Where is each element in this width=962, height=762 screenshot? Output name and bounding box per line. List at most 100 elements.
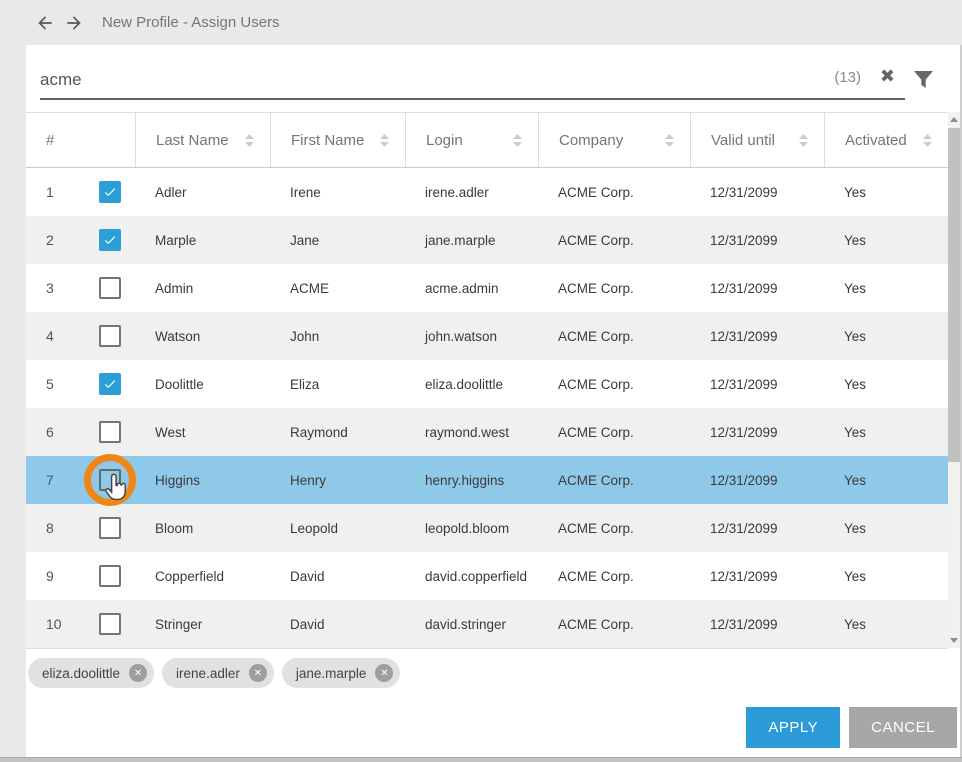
- cell-number: 9: [26, 552, 135, 600]
- clear-filter-icon[interactable]: ✖: [880, 65, 895, 87]
- filter-funnel-icon[interactable]: [914, 71, 933, 93]
- cell-company: ACME Corp.: [538, 360, 690, 408]
- row-checkbox[interactable]: [99, 517, 121, 539]
- cell-first-name: Irene: [270, 168, 405, 216]
- cell-last-name: Stringer: [135, 600, 270, 648]
- cell-valid-until: 12/31/2099: [690, 504, 824, 552]
- row-checkbox[interactable]: [99, 277, 121, 299]
- selected-user-chip: irene.adler ✕: [162, 658, 274, 688]
- cell-first-name: Leopold: [270, 504, 405, 552]
- row-number: 5: [46, 376, 99, 392]
- cell-number: 10: [26, 600, 135, 648]
- row-checkbox[interactable]: [99, 421, 121, 443]
- table-row[interactable]: 5 Doolittle Eliza eliza.doolittle ACME C…: [26, 360, 948, 408]
- cell-company: ACME Corp.: [538, 504, 690, 552]
- search-input[interactable]: [40, 65, 680, 95]
- cancel-button[interactable]: CANCEL: [849, 707, 957, 748]
- column-header-company[interactable]: Company: [538, 113, 690, 167]
- apply-button[interactable]: APPLY: [746, 707, 840, 748]
- cell-last-name: Copperfield: [135, 552, 270, 600]
- cell-activated: Yes: [824, 504, 948, 552]
- chip-remove-icon[interactable]: ✕: [249, 664, 267, 682]
- cell-login: david.copperfield: [405, 552, 538, 600]
- column-header-valid-until[interactable]: Valid until: [690, 113, 824, 167]
- triangle-down-icon: [950, 638, 958, 643]
- cell-activated: Yes: [824, 216, 948, 264]
- cell-company: ACME Corp.: [538, 312, 690, 360]
- row-checkbox[interactable]: [99, 373, 121, 395]
- row-number: 3: [46, 280, 99, 296]
- row-number: 10: [46, 616, 99, 632]
- row-checkbox[interactable]: [99, 325, 121, 347]
- back-arrow-icon[interactable]: [34, 12, 56, 34]
- cell-number: 5: [26, 360, 135, 408]
- sort-icon[interactable]: [923, 134, 932, 147]
- titlebar: New Profile - Assign Users: [0, 0, 962, 45]
- forward-arrow-icon[interactable]: [63, 12, 85, 34]
- column-header-activated[interactable]: Activated: [824, 113, 948, 167]
- selected-user-chip: eliza.doolittle ✕: [28, 658, 154, 688]
- table-row[interactable]: 4 Watson John john.watson ACME Corp. 12/…: [26, 312, 948, 360]
- column-header-last-name[interactable]: Last Name: [135, 113, 270, 167]
- sort-icon[interactable]: [665, 134, 674, 147]
- cell-last-name: West: [135, 408, 270, 456]
- cell-valid-until: 12/31/2099: [690, 360, 824, 408]
- cell-activated: Yes: [824, 552, 948, 600]
- cell-last-name: Higgins: [135, 456, 270, 504]
- table-row[interactable]: 10 Stringer David david.stringer ACME Co…: [26, 600, 948, 648]
- chip-remove-icon[interactable]: ✕: [129, 664, 147, 682]
- chip-remove-icon[interactable]: ✕: [375, 664, 393, 682]
- cell-login: david.stringer: [405, 600, 538, 648]
- table-row[interactable]: 7 Higgins Henry henry.higgins ACME Corp.…: [26, 456, 948, 504]
- sort-icon[interactable]: [245, 134, 254, 147]
- selected-users-chips: eliza.doolittle ✕ irene.adler ✕ jane.mar…: [28, 658, 400, 688]
- cell-last-name: Admin: [135, 264, 270, 312]
- cell-login: raymond.west: [405, 408, 538, 456]
- cell-number: 2: [26, 216, 135, 264]
- row-number: 7: [46, 472, 99, 488]
- scroll-up-button[interactable]: [948, 112, 960, 127]
- table-row[interactable]: 9 Copperfield David david.copperfield AC…: [26, 552, 948, 600]
- column-label: Activated: [845, 132, 907, 149]
- row-checkbox[interactable]: [99, 613, 121, 635]
- sort-icon[interactable]: [799, 134, 808, 147]
- cell-first-name: Eliza: [270, 360, 405, 408]
- cell-number: 1: [26, 168, 135, 216]
- cell-last-name: Marple: [135, 216, 270, 264]
- cell-company: ACME Corp.: [538, 264, 690, 312]
- cell-login: eliza.doolittle: [405, 360, 538, 408]
- scrollbar-thumb[interactable]: [948, 128, 960, 462]
- result-count: (13): [834, 69, 861, 86]
- row-number: 1: [46, 184, 99, 200]
- cell-login: john.watson: [405, 312, 538, 360]
- row-checkbox[interactable]: [99, 565, 121, 587]
- table-row[interactable]: 1 Adler Irene irene.adler ACME Corp. 12/…: [26, 168, 948, 216]
- cell-number: 6: [26, 408, 135, 456]
- table-row[interactable]: 2 Marple Jane jane.marple ACME Corp. 12/…: [26, 216, 948, 264]
- table-row[interactable]: 6 West Raymond raymond.west ACME Corp. 1…: [26, 408, 948, 456]
- table-body: 1 Adler Irene irene.adler ACME Corp. 12/…: [26, 168, 948, 649]
- row-checkbox[interactable]: [99, 229, 121, 251]
- column-header-login[interactable]: Login: [405, 113, 538, 167]
- scroll-down-button[interactable]: [948, 633, 960, 648]
- table-row[interactable]: 8 Bloom Leopold leopold.bloom ACME Corp.…: [26, 504, 948, 552]
- cell-login: acme.admin: [405, 264, 538, 312]
- column-header-first-name[interactable]: First Name: [270, 113, 405, 167]
- cell-company: ACME Corp.: [538, 216, 690, 264]
- row-checkbox[interactable]: [99, 181, 121, 203]
- cell-login: henry.higgins: [405, 456, 538, 504]
- dialog-panel: (13) ✖ # Last Name First Name: [26, 45, 960, 757]
- cell-last-name: Doolittle: [135, 360, 270, 408]
- sort-icon[interactable]: [380, 134, 389, 147]
- page-title: New Profile - Assign Users: [102, 14, 280, 31]
- table-row[interactable]: 3 Admin ACME acme.admin ACME Corp. 12/31…: [26, 264, 948, 312]
- cell-first-name: David: [270, 552, 405, 600]
- cell-activated: Yes: [824, 312, 948, 360]
- row-checkbox[interactable]: [99, 469, 121, 491]
- cell-first-name: Raymond: [270, 408, 405, 456]
- cell-first-name: ACME: [270, 264, 405, 312]
- column-label: Company: [559, 132, 623, 149]
- table-header-row: # Last Name First Name Login Company: [26, 112, 948, 168]
- vertical-scrollbar[interactable]: [948, 112, 960, 648]
- sort-icon[interactable]: [513, 134, 522, 147]
